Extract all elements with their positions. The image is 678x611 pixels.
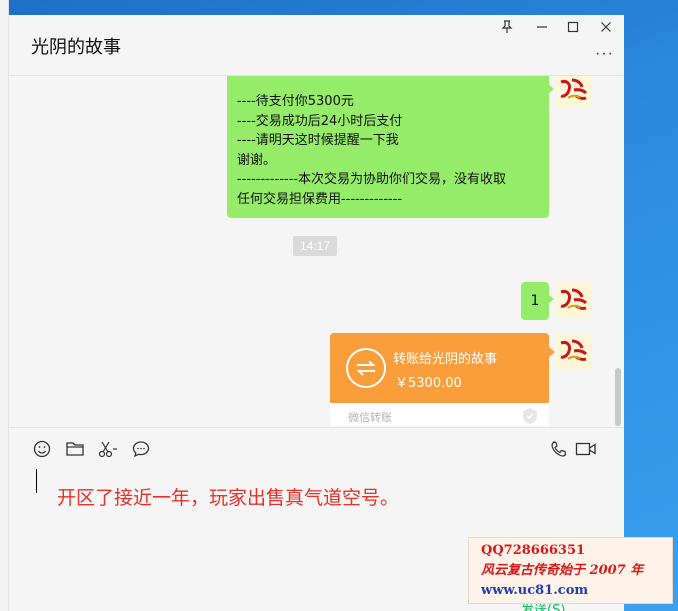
chat-bubble-icon[interactable] (130, 438, 152, 460)
maximize-icon[interactable] (562, 17, 584, 37)
message-line: 谢谢。 (237, 152, 277, 168)
transfer-card[interactable]: 转账给光阴的故事 ￥5300.00 微信转账 (330, 333, 549, 426)
transfer-icon (346, 348, 386, 388)
shield-icon (521, 407, 539, 425)
text-cursor (36, 469, 37, 493)
transfer-source-label: 微信转账 (348, 411, 392, 424)
message-line: ----请明天这时候提醒一下我 (237, 133, 399, 149)
scrollbar[interactable] (615, 368, 621, 426)
chat-window: 光阴的故事 ··· ----待支付你5300元 ----交易成功后24小时后支付… (9, 15, 624, 611)
message-line: ----交易成功后24小时后支付 (237, 113, 403, 129)
avatar[interactable] (556, 76, 592, 108)
video-icon[interactable] (575, 438, 597, 460)
message-list: ----待支付你5300元 ----交易成功后24小时后支付 ----请明天这时… (9, 76, 624, 426)
input-toolbar (9, 427, 624, 467)
transfer-card-header: 转账给光阴的故事 ￥5300.00 (330, 333, 549, 403)
message-line: -------------本次交易为协助你们交易，没有收取 (237, 172, 506, 188)
outgoing-text-message[interactable]: ----待支付你5300元 ----交易成功后24小时后支付 ----请明天这时… (227, 76, 554, 218)
folder-icon[interactable] (64, 438, 86, 460)
message-timestamp: 14:17 (293, 236, 337, 256)
transfer-bubble-tail (549, 347, 555, 357)
message-line: 任何交易担保费用------------- (237, 191, 402, 207)
chat-title: 光阴的故事 (31, 37, 121, 58)
watermark-overlay: QQ728666351 风云复古传奇始于 2007 年 www.uc81.com (468, 537, 673, 604)
message-input-text[interactable]: 开区了接近一年，玩家出售真气道空号。 (57, 483, 399, 510)
background-window-edge (0, 0, 9, 611)
emoji-icon[interactable] (31, 438, 53, 460)
close-icon[interactable] (595, 17, 617, 37)
scissors-icon[interactable] (97, 438, 119, 460)
watermark-qq: QQ728666351 (481, 543, 586, 558)
outgoing-short-message[interactable]: 1 (521, 282, 554, 320)
watermark-slogan: 风云复古传奇始于 2007 年 (481, 563, 644, 578)
phone-icon[interactable] (547, 438, 569, 460)
more-options-button[interactable]: ··· (595, 45, 614, 63)
watermark-url: www.uc81.com (481, 583, 589, 598)
title-bar: 光阴的故事 ··· (9, 15, 624, 76)
transfer-amount: ￥5300.00 (395, 376, 462, 391)
transfer-title: 转账给光阴的故事 (393, 352, 498, 367)
pin-icon[interactable] (496, 17, 518, 37)
avatar[interactable] (556, 333, 592, 369)
message-line: ----待支付你5300元 (237, 94, 354, 109)
avatar[interactable] (556, 282, 592, 318)
minimize-icon[interactable] (531, 17, 553, 37)
